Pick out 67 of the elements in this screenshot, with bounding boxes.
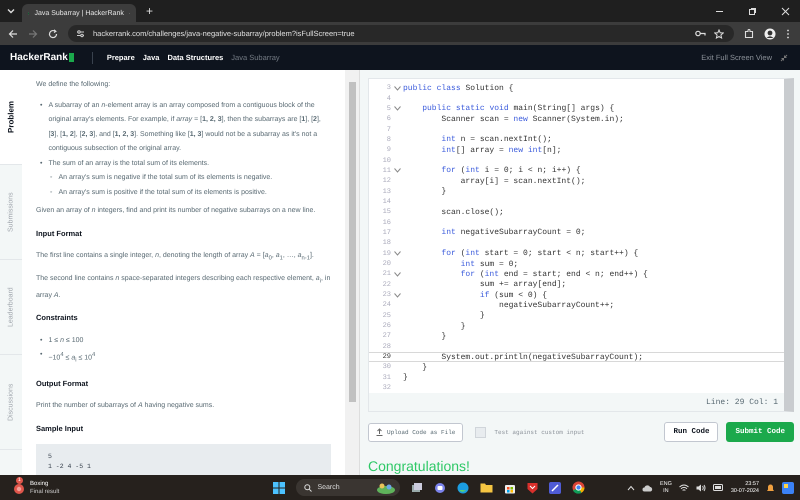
fold-chevron-icon[interactable] <box>394 86 400 91</box>
code-line: } <box>440 187 446 196</box>
site-settings-icon[interactable] <box>76 29 85 38</box>
pen-app-icon[interactable] <box>549 482 562 494</box>
code-line: Scanner scan = new Scanner(System.in); <box>440 114 624 124</box>
search-highlight-drawing <box>376 482 396 494</box>
code-line: } <box>403 373 408 382</box>
chevron-up-icon[interactable] <box>626 484 635 490</box>
code-line: int sum = 0; <box>460 260 518 269</box>
profile-avatar-icon[interactable] <box>764 28 776 40</box>
fold-chevron-icon[interactable] <box>394 168 400 174</box>
puzzle-piece-icon[interactable] <box>744 28 754 38</box>
code-line: } <box>421 362 428 372</box>
code-line: int[] array = new int[n]; <box>440 146 562 155</box>
code-line: public class Solution { <box>403 84 514 93</box>
cursor-position: Line: 29 Col: 1 <box>706 398 778 407</box>
wifi-icon[interactable] <box>678 484 689 492</box>
logo[interactable]: HackerRank <box>10 52 68 63</box>
back-arrow-icon[interactable] <box>8 28 18 38</box>
side-tab[interactable]: Problem <box>0 70 22 165</box>
folder-icon[interactable] <box>480 482 494 493</box>
key-icon[interactable] <box>695 29 706 38</box>
code-line: array[i] = scan.nextInt(); <box>460 176 586 186</box>
tab-list-icon[interactable] <box>6 6 16 16</box>
new-tab-button[interactable]: + <box>142 4 158 18</box>
code-line: for (int end = start; end < n; end++) { <box>460 270 648 279</box>
code-line: } <box>478 311 485 320</box>
code-line: for (int start = 0; start < n; start++) { <box>440 249 638 258</box>
result-title: Congratulations! <box>368 458 471 474</box>
chrome-browser-icon[interactable] <box>572 481 586 494</box>
fold-chevron-icon[interactable] <box>394 106 400 112</box>
browser-edge-icon[interactable] <box>457 482 470 494</box>
code-line: } <box>460 322 466 331</box>
search-icon <box>304 484 312 492</box>
fold-chevron-icon[interactable] <box>394 292 400 298</box>
restore-icon[interactable] <box>748 6 757 16</box>
code-line: scan.close(); <box>440 208 504 217</box>
fold-chevron-icon[interactable] <box>394 272 400 277</box>
more-menu-icon[interactable] <box>786 28 790 38</box>
fold-chevron-icon[interactable] <box>394 251 400 256</box>
code-line: if (sum < 0) { <box>478 290 548 300</box>
close-icon[interactable] <box>781 6 790 16</box>
code-line: public static void main(String[] args) { <box>421 104 614 114</box>
shield-icon[interactable] <box>527 482 538 494</box>
upload-icon <box>376 428 383 436</box>
logo-square-icon <box>68 53 74 62</box>
code-line: int n = scan.nextInt(); <box>440 135 552 144</box>
task-view-icon[interactable] <box>411 482 424 494</box>
code-line: int negativeSubarrayCount = 0; <box>440 228 586 238</box>
forward-arrow-icon[interactable] <box>28 28 38 38</box>
custom-input-checkbox[interactable] <box>475 426 486 438</box>
bell-icon[interactable] <box>766 482 775 492</box>
windows-start-icon[interactable] <box>273 482 286 494</box>
code-line: negativeSubarrayCount++; <box>498 300 614 310</box>
scrollbar-thumb[interactable] <box>348 82 356 402</box>
code-line: sum += array[end]; <box>478 280 566 290</box>
collapse-arrows-icon[interactable] <box>780 54 788 62</box>
speaker-icon[interactable] <box>696 484 706 492</box>
cloud-icon[interactable] <box>642 484 653 492</box>
code-line: } <box>440 332 446 341</box>
battery-icon[interactable] <box>712 484 724 491</box>
code-line: System.out.println(negativeSubarrayCount); <box>440 352 644 362</box>
reload-icon[interactable] <box>48 28 58 38</box>
code-line: for (int i = 0; i < n; i++) { <box>440 166 581 176</box>
widgets-icon[interactable] <box>782 482 794 494</box>
chat-app-icon[interactable] <box>434 482 446 494</box>
star-icon[interactable] <box>714 28 724 38</box>
